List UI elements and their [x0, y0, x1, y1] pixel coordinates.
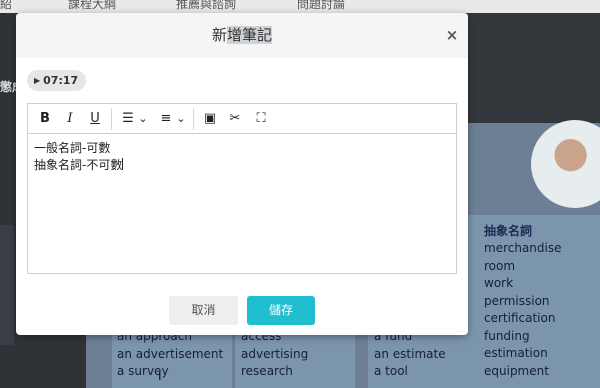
cancel-button[interactable]: 取消 — [169, 296, 238, 325]
background-top-nav: 紹 課程大綱 推薦與諮詢 問題討論 — [0, 0, 600, 13]
background-word: a survey — [117, 364, 169, 378]
chevron-down-icon[interactable]: ⌄ — [137, 109, 149, 129]
background-word: merchandise — [484, 241, 562, 255]
background-word: room — [484, 258, 516, 273]
background-word-list: access advertising research — [241, 328, 308, 381]
close-button[interactable]: × — [442, 25, 462, 45]
nav-item: 紹 — [0, 0, 13, 11]
add-note-dialog: 新增筆記 × ▶ 07:17 B I U ☰ ⌄ ≡ ⌄ ▣ ✂ ⛶ 一般名詞-可… — [16, 13, 468, 335]
toolbar-divider — [111, 108, 112, 130]
underline-button[interactable]: U — [86, 109, 104, 129]
background-word-list: merchandise room work permission certifi… — [484, 240, 562, 380]
chevron-down-icon[interactable]: ⌄ — [175, 109, 187, 129]
background-word: a tool — [374, 364, 408, 378]
background-word: an advertisement — [117, 346, 224, 361]
fullscreen-icon[interactable]: ⛶ — [252, 109, 270, 129]
toolbar-divider — [193, 108, 194, 130]
image-icon[interactable]: ▣ — [201, 109, 219, 129]
text-caret — [122, 158, 124, 170]
background-word: work — [484, 276, 514, 290]
background-word: funding — [484, 328, 530, 343]
dialog-title-prefix: 新 — [211, 26, 227, 44]
content-line: 抽象名詞-不可數 — [34, 158, 123, 172]
nav-item: 問題討論 — [297, 0, 346, 11]
background-side-strip — [0, 225, 14, 345]
play-icon: ▶ — [34, 76, 41, 85]
editor-toolbar: B I U ☰ ⌄ ≡ ⌄ ▣ ✂ ⛶ — [28, 104, 456, 134]
bullet-list-icon[interactable]: ☰ — [119, 109, 137, 129]
background-word: advertising — [241, 346, 309, 361]
bold-button[interactable]: B — [36, 109, 54, 129]
background-column-title: 抽象名詞 — [484, 224, 533, 238]
numbered-list-icon[interactable]: ≡ — [157, 109, 175, 129]
italic-button[interactable]: I — [61, 109, 79, 129]
editor-content[interactable]: 一般名詞-可數 抽象名詞-不可數 — [34, 140, 124, 174]
background-word: estimation — [484, 346, 548, 360]
content-line: 一般名詞-可數 — [34, 141, 111, 155]
background-word: permission — [484, 293, 550, 308]
background-word-list: an approach an advertisement a survey — [117, 328, 223, 381]
mouse-cursor-icon: I — [158, 369, 162, 383]
dialog-title: 新增筆記 — [16, 13, 468, 58]
timestamp-chip[interactable]: ▶ 07:17 — [27, 70, 87, 91]
background-word: an estimate — [374, 346, 446, 361]
nav-item: 課程大綱 — [68, 0, 117, 11]
save-button[interactable]: 儲存 — [247, 296, 315, 325]
nav-item: 推薦與諮詢 — [176, 0, 237, 11]
scissors-icon[interactable]: ✂ — [226, 109, 244, 129]
dialog-title-selected: 增筆記 — [227, 26, 273, 44]
background-word: certification — [484, 311, 556, 325]
background-word: equipment — [484, 363, 549, 378]
note-editor: B I U ☰ ⌄ ≡ ⌄ ▣ ✂ ⛶ 一般名詞-可數 抽象名詞-不可數 — [27, 103, 457, 274]
background-word-list: a fund an estimate a tool — [374, 328, 446, 381]
background-word: research — [241, 364, 293, 378]
timestamp-label: 07:17 — [43, 74, 79, 87]
